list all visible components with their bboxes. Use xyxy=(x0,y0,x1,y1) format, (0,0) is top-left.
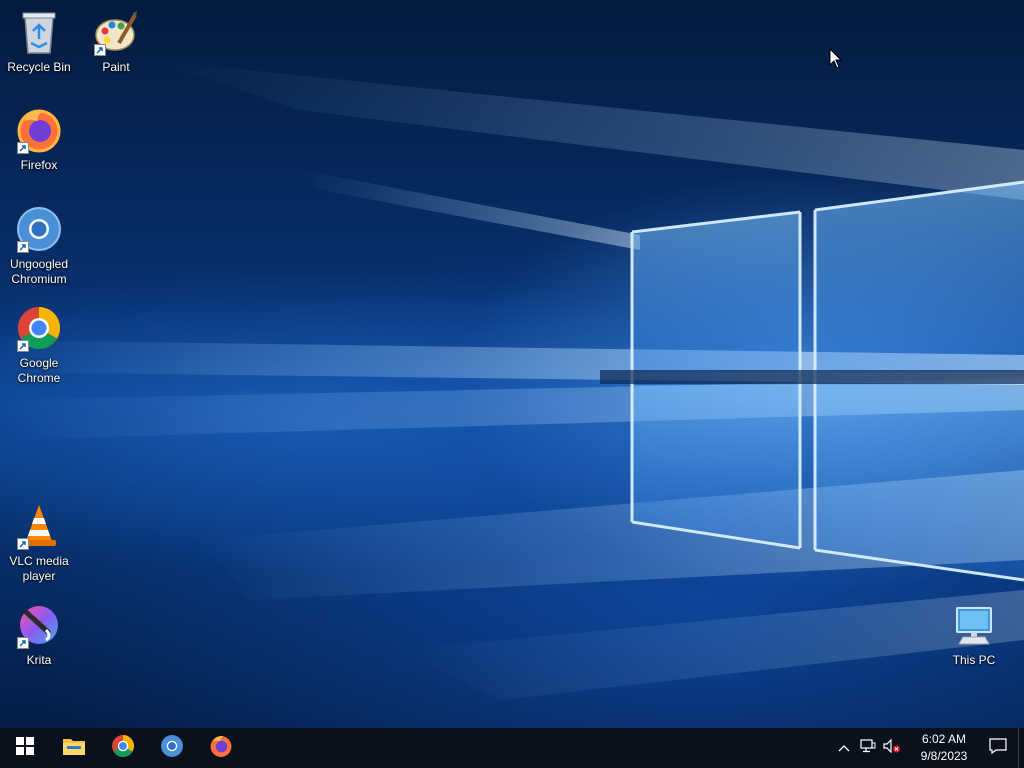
wallpaper-art xyxy=(0,60,1024,700)
mouse-cursor-icon xyxy=(829,47,843,75)
start-button[interactable] xyxy=(0,728,49,768)
this-pc-icon xyxy=(950,601,998,649)
action-center-button[interactable] xyxy=(978,728,1018,768)
chrome-icon xyxy=(15,304,63,352)
show-desktop-button[interactable] xyxy=(1018,728,1024,768)
desktop-wallpaper[interactable] xyxy=(0,0,1024,728)
desktop-icon-label: Ungoogled Chromium xyxy=(9,257,69,286)
shortcut-arrow-icon xyxy=(94,44,106,56)
desktop-icon-firefox[interactable]: Firefox xyxy=(1,106,77,173)
chromium-icon xyxy=(15,205,63,253)
desktop-icon-this-pc[interactable]: This PC xyxy=(936,601,1012,668)
taskbar-chromium-button[interactable] xyxy=(147,728,196,768)
desktop-icon-label: This PC xyxy=(952,653,996,667)
chevron-up-icon xyxy=(838,739,850,757)
taskbar-file-explorer-button[interactable] xyxy=(49,728,98,768)
taskbar-clock[interactable]: 6:02 AM 9/8/2023 xyxy=(910,728,978,768)
network-button[interactable] xyxy=(856,728,880,768)
desktop-icon-label: VLC media player xyxy=(9,554,69,583)
volume-muted-icon xyxy=(883,738,901,758)
shortcut-arrow-icon xyxy=(17,538,29,550)
vlc-icon xyxy=(15,502,63,550)
desktop-icon-vlc-media-player[interactable]: VLC media player xyxy=(1,502,77,584)
system-tray: 6:02 AM 9/8/2023 xyxy=(832,728,1024,768)
action-center-icon xyxy=(989,737,1007,759)
desktop-icon-label: Google Chrome xyxy=(17,356,61,385)
clock-time: 6:02 AM xyxy=(921,732,967,746)
desktop-icon-paint[interactable]: Paint xyxy=(78,8,154,75)
desktop-icon-ungoogled-chromium[interactable]: Ungoogled Chromium xyxy=(1,205,77,287)
desktop-icon-recycle-bin[interactable]: Recycle Bin xyxy=(1,8,77,75)
desktop-icon-label: Paint xyxy=(102,60,130,74)
windows-start-icon xyxy=(15,736,34,760)
desktop-icon-label: Firefox xyxy=(20,158,58,172)
shortcut-arrow-icon xyxy=(17,142,29,154)
recycle-bin-icon xyxy=(15,8,63,56)
chrome-icon xyxy=(111,734,135,763)
firefox-icon xyxy=(15,106,63,154)
chromium-icon xyxy=(160,734,184,763)
firefox-icon xyxy=(209,734,233,763)
volume-button[interactable] xyxy=(880,728,904,768)
clock-date: 9/8/2023 xyxy=(920,749,968,763)
krita-icon xyxy=(15,601,63,649)
shortcut-arrow-icon xyxy=(17,241,29,253)
desktop-icon-label: Recycle Bin xyxy=(7,60,71,74)
file-explorer-icon xyxy=(62,736,86,761)
network-icon xyxy=(860,738,876,758)
desktop-icon-google-chrome[interactable]: Google Chrome xyxy=(1,304,77,386)
taskbar-firefox-button[interactable] xyxy=(196,728,245,768)
taskbar: 6:02 AM 9/8/2023 xyxy=(0,728,1024,768)
shortcut-arrow-icon xyxy=(17,340,29,352)
desktop-icon-label: Krita xyxy=(26,653,52,667)
desktop-icon-krita[interactable]: Krita xyxy=(1,601,77,668)
shortcut-arrow-icon xyxy=(17,637,29,649)
show-hidden-icons-button[interactable] xyxy=(832,728,856,768)
taskbar-chrome-button[interactable] xyxy=(98,728,147,768)
paint-icon xyxy=(92,8,140,56)
